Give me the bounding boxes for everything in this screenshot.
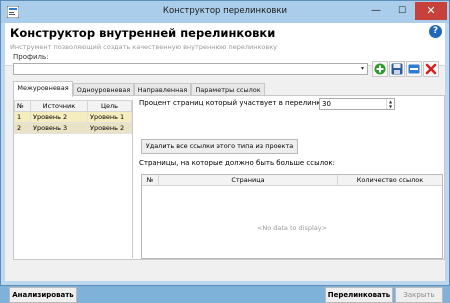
profile-select[interactable]: ▾ bbox=[13, 63, 368, 75]
row-target: Уровень 2 bbox=[87, 122, 132, 134]
chevron-down-icon[interactable]: ▾ bbox=[358, 64, 367, 74]
pages-grid-header: № Страница Количество ссылок bbox=[142, 175, 442, 186]
main-window: Конструктор перелинковки — ☐ ✕ Конструкт… bbox=[0, 0, 450, 303]
spin-arrows-icon[interactable]: ▲ ▼ bbox=[386, 99, 394, 109]
add-profile-button[interactable] bbox=[372, 61, 388, 77]
row-num: 2 bbox=[14, 122, 31, 134]
percent-spinner[interactable]: 30 ▲ ▼ bbox=[319, 98, 395, 110]
add-icon bbox=[374, 63, 386, 75]
relink-button[interactable]: Перелинковать bbox=[325, 287, 393, 303]
help-icon[interactable]: ? bbox=[429, 25, 442, 38]
table-row[interactable]: 2 Уровень 3 Уровень 2 bbox=[14, 122, 132, 134]
page-title: Конструктор внутренней перелинковки bbox=[10, 26, 276, 40]
levels-grid: № Источник Цель 1 Уровень 2 Уровень 1 2 bbox=[14, 100, 133, 258]
row-source: Уровень 2 bbox=[30, 111, 88, 123]
pages-label: Страницы, на которые должно быть больше … bbox=[139, 159, 335, 167]
row-source: Уровень 3 bbox=[30, 122, 88, 134]
profile-label: Профиль: bbox=[13, 53, 49, 61]
percent-label: Процент страниц который участвует в пере… bbox=[139, 99, 340, 107]
pages-grid[interactable]: № Страница Количество ссылок <No data to… bbox=[141, 174, 443, 259]
percent-value: 30 bbox=[322, 100, 331, 108]
page-subtitle: Инструмент позволяющий создать качествен… bbox=[10, 43, 277, 51]
interlevel-panel: № Источник Цель 1 Уровень 2 Уровень 1 2 bbox=[13, 95, 445, 260]
client-area: Конструктор внутренней перелинковки Инст… bbox=[5, 23, 445, 303]
save-profile-button[interactable] bbox=[389, 61, 405, 77]
rename-profile-button[interactable] bbox=[406, 61, 422, 77]
rename-icon bbox=[408, 64, 420, 74]
analyze-button[interactable]: Анализировать bbox=[9, 287, 77, 303]
pages-col-link-count[interactable]: Количество ссылок bbox=[338, 175, 442, 185]
row-num: 1 bbox=[14, 111, 31, 123]
empty-grid-message: <No data to display> bbox=[256, 224, 328, 232]
save-icon bbox=[391, 63, 403, 75]
pages-col-page[interactable]: Страница bbox=[159, 175, 338, 185]
table-row[interactable]: 1 Уровень 2 Уровень 1 bbox=[14, 111, 132, 123]
maximize-button[interactable]: ☐ bbox=[389, 2, 415, 20]
delete-links-button[interactable]: Удалить все ссылки этого типа из проекта bbox=[141, 139, 298, 154]
delete-profile-button[interactable] bbox=[423, 61, 439, 77]
header-panel: Конструктор внутренней перелинковки Инст… bbox=[5, 23, 445, 66]
close-window-button[interactable]: ✕ bbox=[415, 2, 447, 20]
delete-icon bbox=[425, 63, 437, 75]
levels-col-source[interactable]: Источник bbox=[30, 100, 88, 112]
row-target: Уровень 1 bbox=[87, 111, 132, 123]
close-button[interactable]: Закрыть bbox=[395, 287, 443, 303]
minimize-button[interactable]: — bbox=[363, 2, 389, 20]
tab-interlevel[interactable]: Межуровневая bbox=[13, 81, 73, 97]
title-bar[interactable]: Конструктор перелинковки — ☐ ✕ bbox=[1, 1, 449, 23]
levels-col-num[interactable]: № bbox=[14, 100, 31, 112]
levels-col-target[interactable]: Цель bbox=[87, 100, 132, 112]
pages-col-num[interactable]: № bbox=[142, 175, 159, 185]
